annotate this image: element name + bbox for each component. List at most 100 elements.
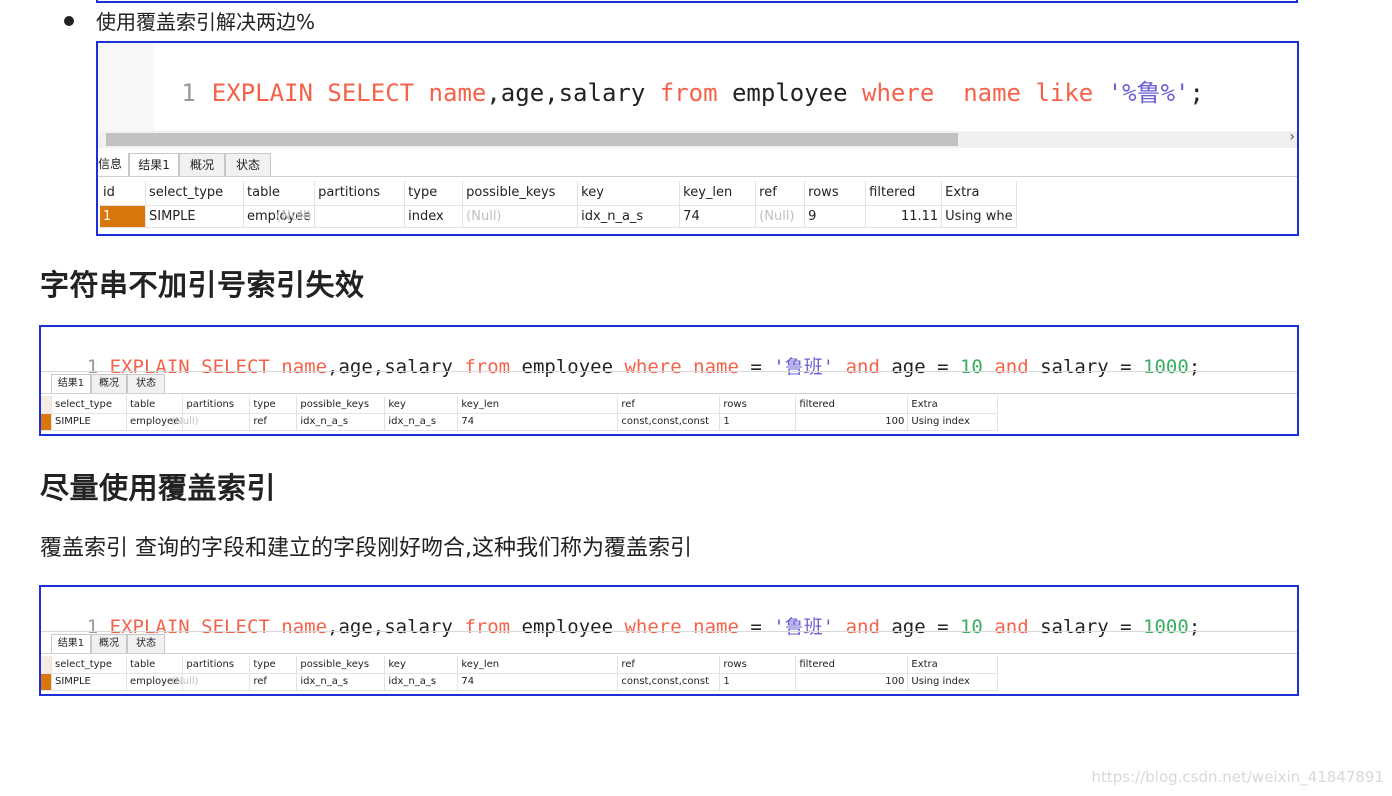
scroll-right-arrow-icon[interactable]: › <box>1289 129 1295 145</box>
cell-type[interactable]: ref <box>249 673 298 691</box>
cell-ref[interactable]: const,const,const <box>617 673 721 691</box>
column-header[interactable]: filtered <box>795 396 909 414</box>
cell-filtered[interactable]: 100 <box>795 673 909 691</box>
column-header[interactable]: select_type <box>51 396 127 414</box>
table-row[interactable]: SIMPLE employee (Null) ref idx_n_a_s idx… <box>41 673 999 691</box>
cell-key[interactable]: idx_n_a_s <box>384 413 459 431</box>
cell-partitions[interactable]: (Null) <box>167 673 236 691</box>
sql-keyword: from <box>464 616 511 638</box>
bullet-point <box>64 16 74 26</box>
column-header[interactable]: possible_keys <box>296 656 386 674</box>
column-header[interactable]: possible_keys <box>296 396 386 414</box>
row-marker-header <box>41 656 52 674</box>
column-header[interactable]: filtered <box>795 656 909 674</box>
cell-key[interactable]: idx_n_a_s <box>577 205 681 228</box>
sql-text: ; <box>1189 79 1204 107</box>
column-header[interactable]: table <box>243 181 316 206</box>
column-header[interactable]: filtered <box>865 181 943 206</box>
column-header[interactable]: ref <box>617 656 721 674</box>
column-header[interactable]: select_type <box>51 656 127 674</box>
row-marker[interactable] <box>41 413 52 431</box>
tab-divider <box>41 393 1297 394</box>
cell-partitions[interactable]: (Null) <box>272 205 364 228</box>
section-heading-covering-index: 尽量使用覆盖索引 <box>40 471 277 505</box>
column-header[interactable]: type <box>249 656 298 674</box>
cell-key-len[interactable]: 74 <box>679 205 757 228</box>
cell-select-type[interactable]: SIMPLE <box>51 673 127 691</box>
sql-keyword: name <box>281 356 328 378</box>
column-header[interactable]: key <box>577 181 681 206</box>
scrollbar-thumb[interactable] <box>106 133 958 146</box>
cell-extra[interactable]: Using index <box>907 673 999 691</box>
column-header[interactable]: key_len <box>457 396 619 414</box>
cell-possible-keys[interactable]: idx_n_a_s <box>296 673 386 691</box>
tab-result1[interactable]: 结果1 <box>51 634 91 653</box>
column-header[interactable]: Extra <box>941 181 1017 206</box>
cell-rows[interactable]: 1 <box>719 413 797 431</box>
cell-extra[interactable]: Using whe <box>941 205 1017 228</box>
column-header[interactable]: partitions <box>182 396 251 414</box>
cell-rows[interactable]: 1 <box>719 673 797 691</box>
column-header[interactable]: type <box>404 181 464 206</box>
table-row[interactable]: SIMPLE employee (Null) ref idx_n_a_s idx… <box>41 413 999 431</box>
cell-key-len[interactable]: 74 <box>457 673 619 691</box>
sql-keyword: where <box>624 356 682 378</box>
cell-filtered[interactable]: 100 <box>795 413 909 431</box>
column-header[interactable]: select_type <box>145 181 244 206</box>
bullet-text: 使用覆盖索引解决两边% <box>96 10 316 34</box>
sql-editor-line[interactable]: 1 EXPLAIN SELECT name,age,salary from emp… <box>98 48 1204 138</box>
column-header[interactable]: partitions <box>182 656 251 674</box>
tab-result1[interactable]: 结果1 <box>51 374 91 393</box>
table-row[interactable]: 1 SIMPLE employee (Null) index (Null) id… <box>100 205 1017 228</box>
cell-key-len[interactable]: 74 <box>457 413 619 431</box>
cell-type[interactable]: index <box>404 205 464 228</box>
column-header[interactable]: key_len <box>457 656 619 674</box>
column-header[interactable]: key <box>384 656 459 674</box>
cell-rows[interactable]: 9 <box>804 205 867 228</box>
column-header[interactable]: ref <box>755 181 806 206</box>
cell-extra[interactable]: Using index <box>907 413 999 431</box>
column-header[interactable]: table <box>126 656 184 674</box>
tab-overview[interactable]: 概况 <box>91 374 127 393</box>
column-header[interactable]: key <box>384 396 459 414</box>
cell-select-type[interactable]: SIMPLE <box>145 205 244 228</box>
column-header[interactable]: possible_keys <box>462 181 579 206</box>
cell-possible-keys[interactable]: (Null) <box>462 205 579 228</box>
tab-status[interactable]: 状态 <box>127 374 165 393</box>
horizontal-scrollbar[interactable]: › <box>98 129 1297 148</box>
sql-text: age = <box>879 616 960 638</box>
column-header[interactable]: rows <box>719 396 797 414</box>
cell-id[interactable]: 1 <box>100 205 146 228</box>
tab-status[interactable]: 状态 <box>127 634 165 653</box>
column-header[interactable]: id <box>100 181 146 206</box>
cell-filtered[interactable]: 11.11 <box>865 205 943 228</box>
cell-partitions[interactable]: (Null) <box>167 413 236 431</box>
row-marker[interactable] <box>41 673 52 691</box>
cell-ref[interactable]: (Null) <box>755 205 806 228</box>
column-header[interactable]: type <box>249 396 298 414</box>
column-header[interactable]: Extra <box>907 656 999 674</box>
cell-select-type[interactable]: SIMPLE <box>51 413 127 431</box>
column-header[interactable]: rows <box>804 181 867 206</box>
tab-status[interactable]: 状态 <box>225 153 272 176</box>
column-header[interactable]: Extra <box>907 396 999 414</box>
column-header[interactable]: key_len <box>679 181 757 206</box>
editor-divider <box>41 371 1297 372</box>
column-header[interactable]: table <box>126 396 184 414</box>
cell-possible-keys[interactable]: idx_n_a_s <box>296 413 386 431</box>
column-header[interactable]: ref <box>617 396 721 414</box>
tab-info[interactable]: 信息 <box>98 153 130 176</box>
cell-key[interactable]: idx_n_a_s <box>384 673 459 691</box>
cell-type[interactable]: ref <box>249 413 298 431</box>
tab-result1[interactable]: 结果1 <box>129 153 180 176</box>
column-header[interactable]: partitions <box>314 181 406 206</box>
tab-overview[interactable]: 概况 <box>91 634 127 653</box>
sql-text: salary = <box>1028 356 1144 378</box>
cell-ref[interactable]: const,const,const <box>617 413 721 431</box>
column-header[interactable]: rows <box>719 656 797 674</box>
tab-overview[interactable]: 概况 <box>179 153 226 176</box>
